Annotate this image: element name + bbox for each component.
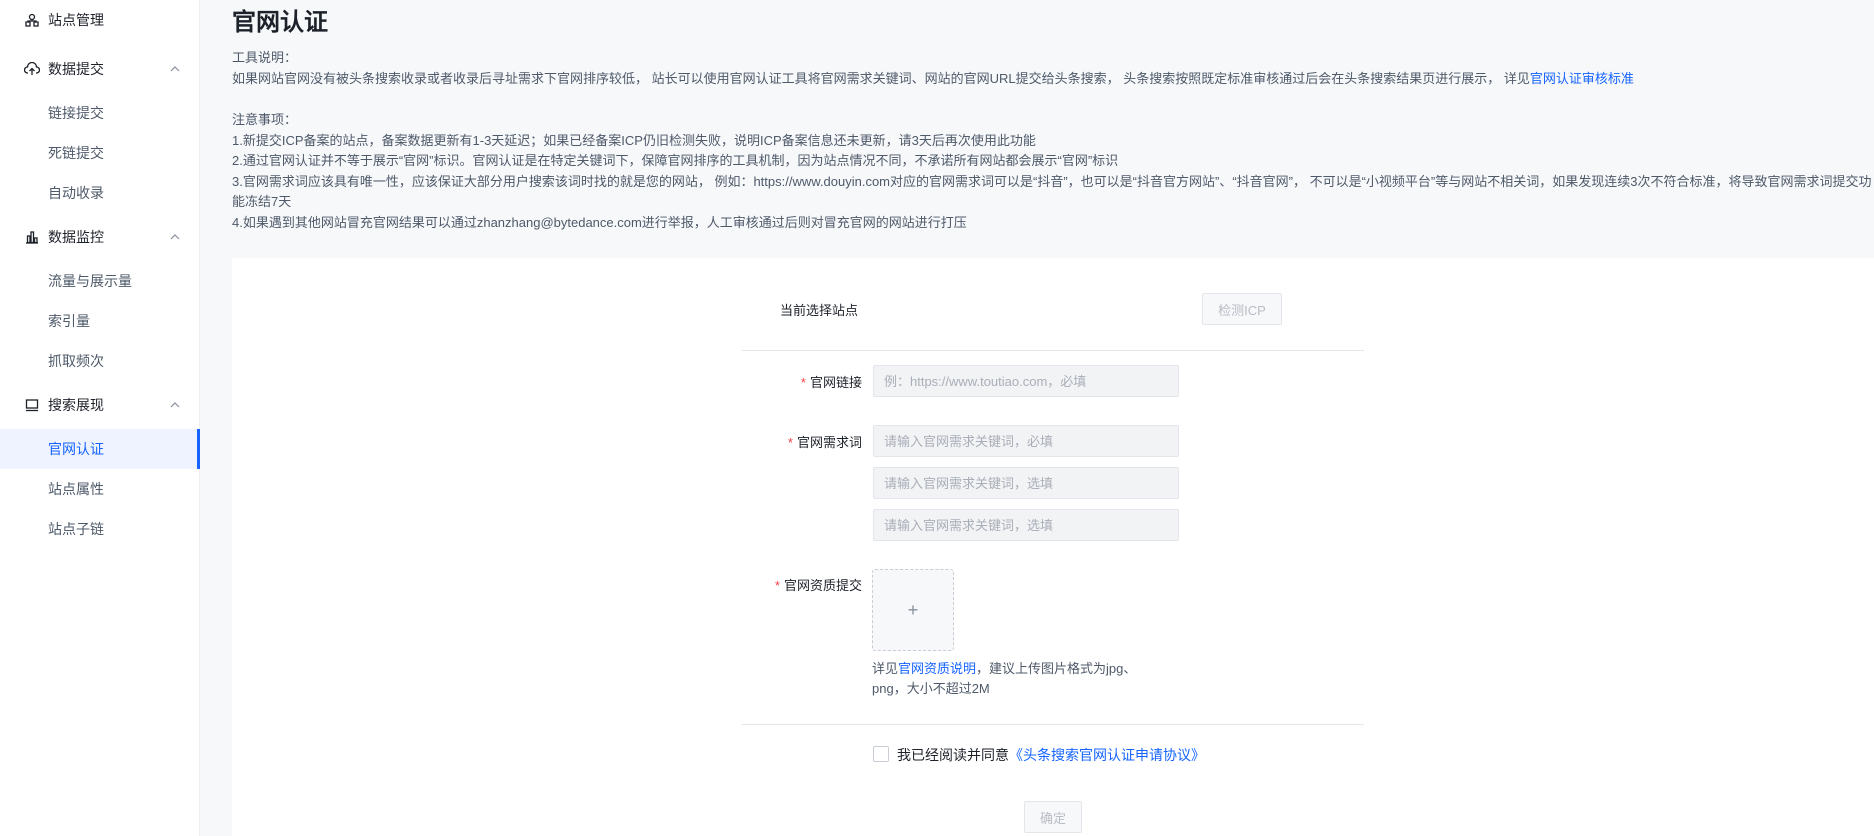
plus-icon: + bbox=[907, 599, 919, 620]
chevron-up-icon bbox=[170, 66, 180, 72]
sidebar-group-data-monitor[interactable]: 数据监控 bbox=[0, 217, 200, 257]
hint-prefix: 详见 bbox=[872, 661, 899, 676]
sidebar-group-label: 数据监控 bbox=[48, 229, 104, 245]
agree-prefix: 我已经阅读并同意 bbox=[897, 747, 1009, 763]
sidebar-item-site-management[interactable]: 站点管理 bbox=[0, 0, 200, 40]
notice-item: 2.通过官网认证并不等于展示“官网”标识。官网认证是在特定关键词下，保障官网排序… bbox=[232, 153, 1119, 168]
audit-standard-link[interactable]: 官网认证审核标准 bbox=[1530, 71, 1634, 86]
sidebar-item-auto-index[interactable]: 自动收录 bbox=[0, 173, 200, 213]
tool-desc-title: 工具说明： bbox=[232, 50, 298, 65]
official-link-label: * 官网链接 bbox=[732, 372, 862, 391]
sidebar-item-site-sublinks[interactable]: 站点子链 bbox=[0, 509, 200, 549]
keyword-input-required[interactable] bbox=[873, 425, 1179, 457]
divider bbox=[742, 350, 1364, 351]
sidebar: 站点管理 数据提交 链接提交 死链提交 自动收录 数据监控 流量与展示量 索引量… bbox=[0, 0, 200, 836]
notice-item: 4.如果遇到其他网站冒充官网结果可以通过zhanzhang@bytedance.… bbox=[232, 214, 967, 230]
notice-item: 1.新提交ICP备案的站点，备案数据更新有1-3天延迟；如果已经备案ICP仍旧检… bbox=[232, 132, 1036, 148]
main-content: 官网认证 工具说明： 如果网站官网没有被头条搜索收录或者收录后寻址需求下官网排序… bbox=[232, 0, 1874, 836]
sidebar-item-site-attributes[interactable]: 站点属性 bbox=[0, 469, 200, 509]
sitemap-icon bbox=[24, 12, 40, 28]
chevron-up-icon bbox=[170, 402, 180, 408]
label-text: 官网链接 bbox=[809, 375, 862, 390]
cloud-upload-icon bbox=[24, 61, 40, 77]
label-text: 官网资质提交 bbox=[783, 578, 862, 593]
upload-button[interactable]: + bbox=[872, 569, 954, 651]
cert-form: 当前选择站点 检测ICP *官网链接 *官网需求词 *官网资质提交 + 详见官网… bbox=[232, 258, 1874, 836]
info-panel: 工具说明： 如果网站官网没有被头条搜索收录或者收录后寻址需求下官网排序较低， 站… bbox=[232, 48, 1872, 233]
sidebar-item-official-cert[interactable]: 官网认证 bbox=[0, 429, 200, 469]
current-site-label: 当前选择站点 bbox=[780, 303, 859, 318]
sidebar-item-label: 自动收录 bbox=[48, 185, 104, 201]
sidebar-item-label: 索引量 bbox=[48, 313, 90, 329]
sidebar-item-crawl-frequency[interactable]: 抓取频次 bbox=[0, 341, 200, 381]
check-icp-button[interactable]: 检测ICP bbox=[1202, 293, 1282, 325]
label-text: 官网需求词 bbox=[796, 435, 862, 450]
qualification-label: * 官网资质提交 bbox=[732, 575, 862, 594]
monitor-icon bbox=[24, 397, 40, 413]
sidebar-item-index-count[interactable]: 索引量 bbox=[0, 301, 200, 341]
required-mark: * bbox=[787, 435, 793, 450]
sidebar-item-label: 站点管理 bbox=[48, 12, 104, 28]
sidebar-item-label: 站点属性 bbox=[48, 481, 104, 497]
bar-chart-icon bbox=[24, 229, 40, 245]
sidebar-item-label: 官网认证 bbox=[48, 441, 104, 457]
sidebar-item-traffic[interactable]: 流量与展示量 bbox=[0, 261, 200, 301]
sidebar-item-link-submit[interactable]: 链接提交 bbox=[0, 93, 200, 133]
tool-desc-body: 如果网站官网没有被头条搜索收录或者收录后寻址需求下官网排序较低， 站长可以使用官… bbox=[232, 70, 1530, 86]
agreement-link[interactable]: 《头条搜索官网认证申请协议》 bbox=[1009, 747, 1205, 763]
divider bbox=[742, 724, 1364, 725]
upload-hint: 详见官网资质说明，建议上传图片格式为jpg、png，大小不超过2M bbox=[872, 659, 1162, 699]
required-mark: * bbox=[800, 375, 806, 390]
notice-item: 3.官网需求词应该具有唯一性，应该保证大部分用户搜索该词时找的就是您的网站， 例… bbox=[232, 173, 1872, 210]
sidebar-item-deadlink-submit[interactable]: 死链提交 bbox=[0, 133, 200, 173]
sidebar-item-label: 链接提交 bbox=[48, 105, 104, 121]
sidebar-group-search-display[interactable]: 搜索展现 bbox=[0, 385, 200, 425]
confirm-button[interactable]: 确定 bbox=[1024, 801, 1082, 833]
sidebar-item-label: 抓取频次 bbox=[48, 353, 104, 369]
sidebar-item-label: 站点子链 bbox=[48, 521, 104, 537]
agree-checkbox[interactable] bbox=[873, 746, 889, 762]
page-title: 官网认证 bbox=[232, 9, 328, 36]
keyword-input-optional-1[interactable] bbox=[873, 467, 1179, 499]
sidebar-item-label: 流量与展示量 bbox=[48, 273, 132, 289]
keyword-input-optional-2[interactable] bbox=[873, 509, 1179, 541]
agree-text: 我已经阅读并同意《头条搜索官网认证申请协议》 bbox=[897, 745, 1205, 765]
required-mark: * bbox=[774, 578, 780, 593]
sidebar-group-label: 数据提交 bbox=[48, 61, 104, 77]
notice-title: 注意事项： bbox=[232, 112, 298, 127]
official-link-input[interactable] bbox=[873, 365, 1179, 397]
tool-desc-text: 如果网站官网没有被头条搜索收录或者收录后寻址需求下官网排序较低， 站长可以使用官… bbox=[232, 69, 1872, 90]
qualification-desc-link[interactable]: 官网资质说明 bbox=[898, 661, 976, 676]
chevron-up-icon bbox=[170, 234, 180, 240]
sidebar-item-label: 死链提交 bbox=[48, 145, 104, 161]
sidebar-group-data-submit[interactable]: 数据提交 bbox=[0, 49, 200, 89]
sidebar-group-label: 搜索展现 bbox=[48, 397, 104, 413]
keyword-label: * 官网需求词 bbox=[732, 432, 862, 451]
